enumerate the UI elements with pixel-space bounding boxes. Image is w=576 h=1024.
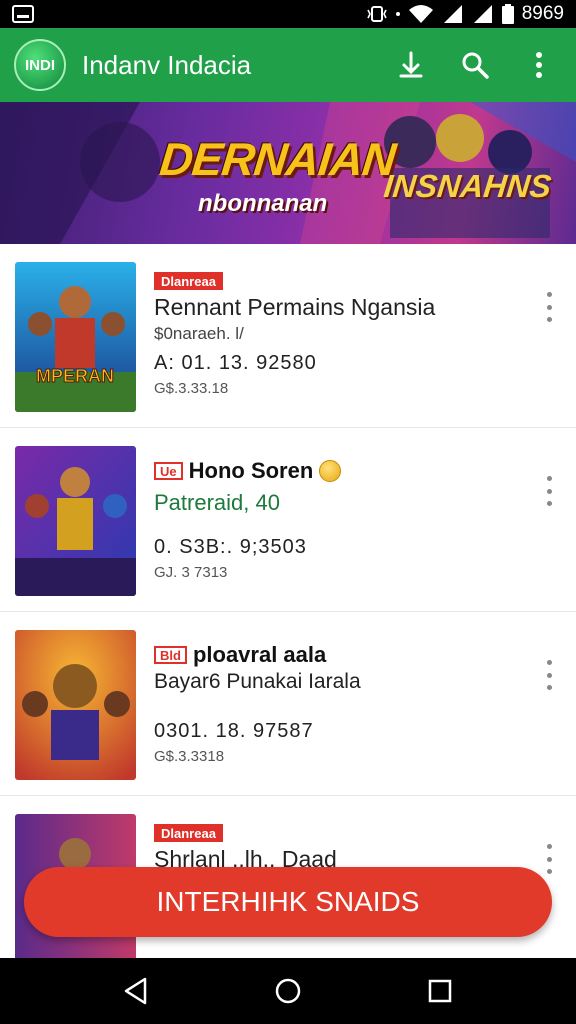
banner-title: DERNAIAN	[157, 133, 398, 185]
item-subtitle: Patreraid, 40	[154, 490, 280, 515]
game-thumbnail	[15, 630, 136, 780]
banner-right-text: INSNAHNS	[382, 168, 554, 204]
battery-icon	[501, 4, 514, 24]
list-item[interactable]: Ue Hono Soren Patreraid, 40 0. S3B:. 9;3…	[0, 428, 576, 612]
item-small: G$.3.33.18	[154, 380, 229, 397]
item-title: Rennant Permains Ngansia	[154, 294, 436, 320]
app-logo-text: INDI	[25, 56, 55, 74]
item-tag: Ue	[154, 462, 183, 480]
more-icon[interactable]	[522, 48, 556, 82]
item-tag: Dlanreaa	[154, 824, 223, 842]
banner-subtitle: nbonnanan	[198, 190, 328, 217]
status-left	[12, 5, 34, 23]
promo-banner[interactable]: DERNAIAN nbonnanan INSNAHNS	[0, 102, 576, 244]
item-subtitle: Bayar6 Punakai Iarala	[154, 670, 361, 693]
home-icon[interactable]	[268, 971, 308, 1011]
system-nav-bar	[0, 958, 576, 1024]
item-small: G$.3.3318	[154, 748, 225, 765]
item-heading: Bld ploavral aala	[154, 642, 326, 668]
item-more-icon[interactable]	[542, 660, 556, 690]
list-item[interactable]: MPERAN Dlanreaa Rennant Permains Ngansia…	[0, 244, 576, 428]
game-thumbnail	[15, 446, 136, 596]
item-title: ploavral aala	[192, 642, 327, 667]
item-more-icon[interactable]	[542, 844, 556, 874]
item-tag: Bld	[154, 646, 187, 664]
item-heading: Ue Hono Soren	[154, 458, 342, 484]
game-thumbnail: MPERAN	[15, 262, 136, 412]
signal-icon	[443, 5, 462, 23]
app-screen: 8969 INDI Indanv Indacia DERNAIAN nbonna…	[0, 0, 576, 1024]
item-title: Hono Soren	[188, 458, 314, 483]
signal-2-icon	[473, 5, 492, 23]
item-metric: 0. S3B:. 9;3503	[154, 536, 307, 558]
list-item[interactable]: Bld ploavral aala Bayar6 Punakai Iarala …	[0, 612, 576, 796]
item-small: GJ. 3 7313	[154, 564, 228, 581]
item-more-icon[interactable]	[542, 476, 556, 506]
item-metric: A: 01. 13. 92580	[154, 352, 317, 374]
item-metric: 0301. 18. 97587	[154, 720, 314, 742]
item-subtitle: $0naraeh. l/	[154, 324, 244, 343]
app-logo[interactable]: INDI	[14, 39, 66, 91]
notification-icon	[12, 5, 34, 23]
primary-cta-button[interactable]: INTERHIHK SNAIDS	[24, 867, 552, 937]
status-bar: 8969	[0, 0, 576, 28]
vibrate-icon	[367, 6, 387, 22]
status-time: 8969	[521, 3, 564, 24]
app-actions	[394, 48, 556, 82]
search-icon[interactable]	[458, 48, 492, 82]
recents-icon[interactable]	[420, 971, 460, 1011]
item-more-icon[interactable]	[542, 292, 556, 322]
thumb-text: MPERAN	[36, 366, 114, 386]
coin-icon	[319, 460, 342, 482]
dot-icon	[395, 12, 400, 16]
app-title: Indanv Indacia	[82, 49, 252, 80]
status-right: 8969	[366, 3, 564, 25]
item-tag: Dlanreaa	[154, 272, 223, 290]
back-icon[interactable]	[116, 971, 156, 1011]
app-bar: INDI Indanv Indacia	[0, 28, 576, 102]
download-icon[interactable]	[394, 48, 428, 82]
wifi-icon	[408, 5, 433, 23]
